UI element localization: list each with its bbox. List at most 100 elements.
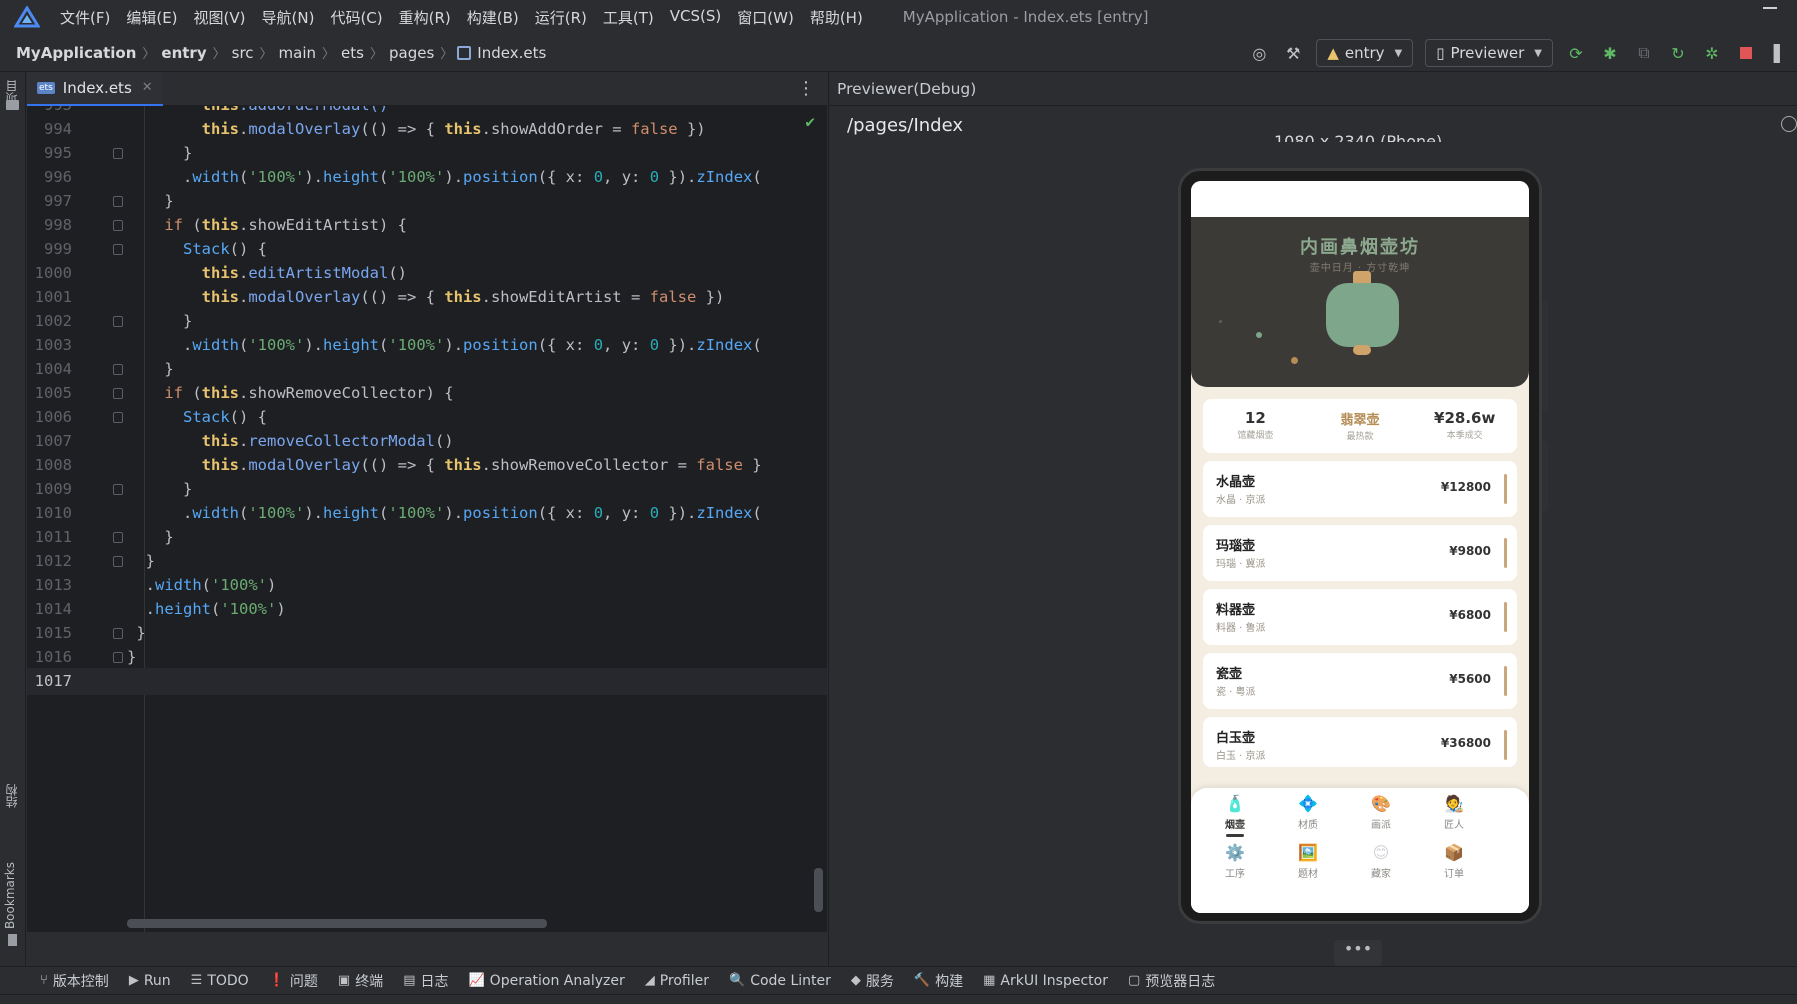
stop-icon[interactable] [1736, 43, 1756, 63]
menu-item[interactable]: VCS(S) [662, 7, 729, 28]
bottle-card[interactable]: 瓷壶瓷 · 粤派 ¥5600 [1203, 653, 1517, 709]
tool-window-button[interactable]: ▤ 日志 [403, 971, 448, 991]
bottle-card[interactable]: 水晶壶 水晶 · 京派 ¥12800 [1203, 461, 1517, 517]
code-line[interactable]: 1014 .height('100%') [27, 596, 827, 623]
menu-item[interactable]: 重构(R) [391, 7, 459, 28]
code-line[interactable]: 994 this.modalOverlay(() => { this.showA… [27, 116, 827, 143]
menu-item[interactable]: 窗口(W) [729, 7, 802, 28]
tab-2[interactable]: 💠 材质 [1266, 794, 1350, 831]
code-line[interactable]: 1016} [27, 644, 827, 671]
code-line[interactable]: 1002 } [27, 308, 827, 335]
code-line[interactable]: 1011 } [27, 524, 827, 551]
tool-window-button[interactable]: 📈 Operation Analyzer [468, 973, 624, 989]
rerun-icon[interactable]: ⟳ [1566, 43, 1586, 63]
breadcrumb-ets[interactable]: ets [339, 44, 366, 62]
menu-item[interactable]: 工具(T) [595, 7, 662, 28]
vertical-scrollbar[interactable] [814, 868, 823, 912]
code-editor[interactable]: 993 this.addOrderModal()994 this.modalOv… [27, 106, 827, 932]
fold-marker-icon[interactable] [113, 532, 123, 543]
tab-5[interactable]: ⚙️ 工序 [1193, 843, 1277, 880]
code-line[interactable]: 996 .width('100%').height('100%').positi… [27, 164, 827, 191]
code-line[interactable]: 999 Stack() { [27, 236, 827, 263]
fold-marker-icon[interactable] [113, 148, 123, 159]
minimize-button[interactable] [1763, 7, 1777, 9]
fold-marker-icon[interactable] [113, 220, 123, 231]
horizontal-scrollbar[interactable] [127, 919, 547, 928]
breadcrumb-src[interactable]: src [230, 44, 256, 62]
tab-index-ets[interactable]: ets Index.ets ✕ [27, 71, 163, 106]
code-line[interactable]: 998 if (this.showEditArtist) { [27, 212, 827, 239]
bottle-card[interactable]: 白玉壶 白玉 · 京派 ¥36800 [1203, 717, 1517, 767]
menu-item[interactable]: 导航(N) [254, 7, 323, 28]
menu-item[interactable]: 文件(F) [52, 7, 118, 28]
code-line[interactable]: 1004 } [27, 356, 827, 383]
fold-marker-icon[interactable] [113, 196, 123, 207]
code-line[interactable]: 1003 .width('100%').height('100%').posit… [27, 332, 827, 359]
code-line[interactable]: 995 } [27, 140, 827, 167]
code-line[interactable]: 1015 } [27, 620, 827, 647]
fold-marker-icon[interactable] [113, 556, 123, 567]
code-line[interactable]: 1017 [27, 668, 827, 695]
attach-debugger-icon[interactable]: ⧉ [1634, 43, 1654, 63]
bookmarks-tool-button[interactable]: Bookmarks [3, 862, 17, 929]
fold-marker-icon[interactable] [113, 628, 123, 639]
debug-restart-icon[interactable]: ✲ [1702, 43, 1722, 63]
fold-marker-icon[interactable] [113, 652, 123, 663]
tool-window-button[interactable]: ⑂ 版本控制 [40, 971, 109, 991]
tool-window-button[interactable]: ◢ Profiler [645, 973, 709, 989]
tool-window-button[interactable]: ◆ 服务 [851, 971, 894, 991]
zoom-out-icon[interactable] [1781, 116, 1797, 132]
fold-marker-icon[interactable] [113, 244, 123, 255]
tab-1[interactable]: 🧴 烟壶 [1193, 794, 1277, 837]
module-select[interactable]: ▲ entry ▼ [1316, 39, 1414, 67]
tool-window-button[interactable]: ☰ TODO [191, 973, 249, 989]
code-line[interactable]: 1009 } [27, 476, 827, 503]
code-line[interactable]: 1006 Stack() { [27, 404, 827, 431]
code-line[interactable]: 1005 if (this.showRemoveCollector) { [27, 380, 827, 407]
tab-4[interactable]: 🧑‍🎨 匠人 [1412, 794, 1496, 831]
menu-item[interactable]: 运行(R) [527, 7, 595, 28]
code-line[interactable]: 997 } [27, 188, 827, 215]
menu-item[interactable]: 代码(C) [322, 7, 390, 28]
target-icon[interactable]: ◎ [1249, 43, 1269, 63]
breadcrumb-module[interactable]: entry [159, 44, 208, 62]
menu-item[interactable]: 编辑(E) [118, 7, 185, 28]
menu-item[interactable]: 视图(V) [186, 7, 254, 28]
code-line[interactable]: 1012 } [27, 548, 827, 575]
more-toolbar-icon[interactable]: ▌ [1770, 43, 1790, 63]
code-line[interactable]: 1010 .width('100%').height('100%').posit… [27, 500, 827, 527]
tool-window-button[interactable]: ▶ Run [129, 973, 171, 989]
fold-marker-icon[interactable] [113, 484, 123, 495]
fold-marker-icon[interactable] [113, 316, 123, 327]
close-icon[interactable]: ✕ [142, 80, 153, 95]
device-select[interactable]: ▯ Previewer ▼ [1425, 39, 1553, 67]
more-vertical-icon[interactable]: ⋮ [797, 78, 815, 99]
tool-window-button[interactable]: ▣ 终端 [338, 971, 383, 991]
breadcrumb-main[interactable]: main [277, 44, 318, 62]
breadcrumb-pages[interactable]: pages [387, 44, 436, 62]
code-line[interactable]: 1013 .width('100%') [27, 572, 827, 599]
breadcrumb-project[interactable]: MyApplication [14, 44, 138, 62]
tab-6[interactable]: 🖼️ 题材 [1266, 843, 1350, 880]
tool-window-button[interactable]: ❗ 问题 [269, 971, 318, 991]
debug-icon[interactable]: ✱ [1600, 43, 1620, 63]
tool-window-button[interactable]: ▦ ArkUI Inspector [983, 973, 1108, 989]
tool-window-button[interactable]: 🔍 Code Linter [729, 973, 831, 989]
fold-marker-icon[interactable] [113, 364, 123, 375]
tab-8[interactable]: 📦 订单 [1412, 843, 1496, 880]
code-line[interactable]: 1007 this.removeCollectorModal() [27, 428, 827, 455]
more-horizontal-icon[interactable]: ••• [1334, 940, 1382, 966]
code-line[interactable]: 1000 this.editArtistModal() [27, 260, 827, 287]
tool-window-button[interactable]: ▢ 预览器日志 [1128, 971, 1215, 991]
tool-window-button[interactable]: 🔨 构建 [914, 971, 963, 991]
menu-item[interactable]: 构建(B) [459, 7, 527, 28]
bottle-card[interactable]: 料器壶 料器 · 鲁派 ¥6800 [1203, 589, 1517, 645]
structure-tool-button[interactable]: 结构 [3, 784, 20, 808]
code-line[interactable]: 1001 this.modalOverlay(() => { this.show… [27, 284, 827, 311]
breadcrumb-file[interactable]: Index.ets [475, 44, 548, 62]
code-line[interactable]: 1008 this.modalOverlay(() => { this.show… [27, 452, 827, 479]
bottle-card[interactable]: 玛瑙壶 玛瑙 · 冀派 ¥9800 [1203, 525, 1517, 581]
fold-marker-icon[interactable] [113, 412, 123, 423]
menu-item[interactable]: 帮助(H) [802, 7, 871, 28]
apply-changes-icon[interactable]: ↻ [1668, 43, 1688, 63]
